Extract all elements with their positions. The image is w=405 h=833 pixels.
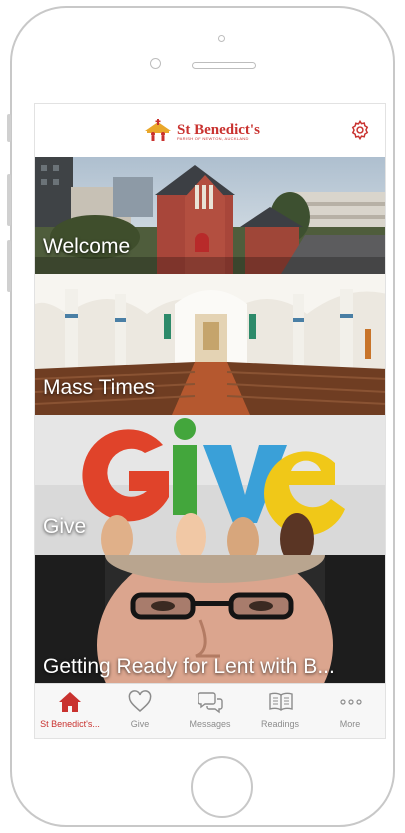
earpiece-speaker bbox=[192, 62, 256, 69]
heart-icon bbox=[128, 690, 152, 712]
home-button[interactable] bbox=[191, 756, 253, 818]
lent-tile[interactable]: Getting Ready for Lent with B... bbox=[35, 555, 385, 683]
parish-logo-mark-icon bbox=[145, 119, 171, 141]
app-subtitle: PARISH OF NEWTON, AUCKLAND bbox=[177, 136, 249, 141]
proximity-sensor bbox=[218, 35, 225, 42]
bottom-tab-bar: St Benedict's... Give Messages Readings … bbox=[35, 683, 385, 738]
gear-icon[interactable] bbox=[349, 119, 371, 141]
tab-readings-label: Readings bbox=[260, 719, 300, 729]
open-book-icon bbox=[269, 692, 293, 711]
tab-home-label: St Benedict's... bbox=[40, 719, 100, 729]
welcome-tile-label: Welcome bbox=[43, 235, 131, 258]
home-icon bbox=[59, 692, 81, 712]
mass-times-tile[interactable]: Mass Times bbox=[35, 274, 385, 415]
welcome-tile[interactable]: Welcome bbox=[35, 157, 385, 274]
tab-give[interactable]: Give bbox=[105, 684, 175, 738]
front-camera bbox=[150, 58, 161, 69]
app-name: St Benedict's bbox=[177, 122, 260, 138]
lent-tile-label: Getting Ready for Lent with B... bbox=[43, 655, 335, 678]
tab-more-label: More bbox=[339, 719, 361, 729]
app-screen: St Benedict's PARISH OF NEWTON, AUCKLAND bbox=[34, 103, 386, 739]
tab-messages-label: Messages bbox=[189, 719, 231, 729]
volume-up-button bbox=[7, 174, 11, 226]
app-header: St Benedict's PARISH OF NEWTON, AUCKLAND bbox=[35, 104, 385, 157]
mute-switch bbox=[7, 114, 11, 142]
mass-times-tile-label: Mass Times bbox=[43, 376, 156, 399]
tab-readings[interactable]: Readings bbox=[245, 684, 315, 738]
give-tile[interactable]: Give bbox=[35, 415, 385, 555]
tab-messages[interactable]: Messages bbox=[175, 684, 245, 738]
volume-down-button bbox=[7, 240, 11, 292]
tab-more[interactable]: More bbox=[315, 684, 385, 738]
tab-home[interactable]: St Benedict's... bbox=[35, 684, 105, 738]
give-letters-image bbox=[35, 415, 385, 555]
more-dots-icon bbox=[340, 699, 362, 705]
tab-give-label: Give bbox=[130, 719, 150, 729]
chat-bubbles-icon bbox=[198, 692, 223, 714]
parish-logo: St Benedict's PARISH OF NEWTON, AUCKLAND bbox=[143, 119, 260, 141]
give-tile-label: Give bbox=[43, 515, 87, 538]
